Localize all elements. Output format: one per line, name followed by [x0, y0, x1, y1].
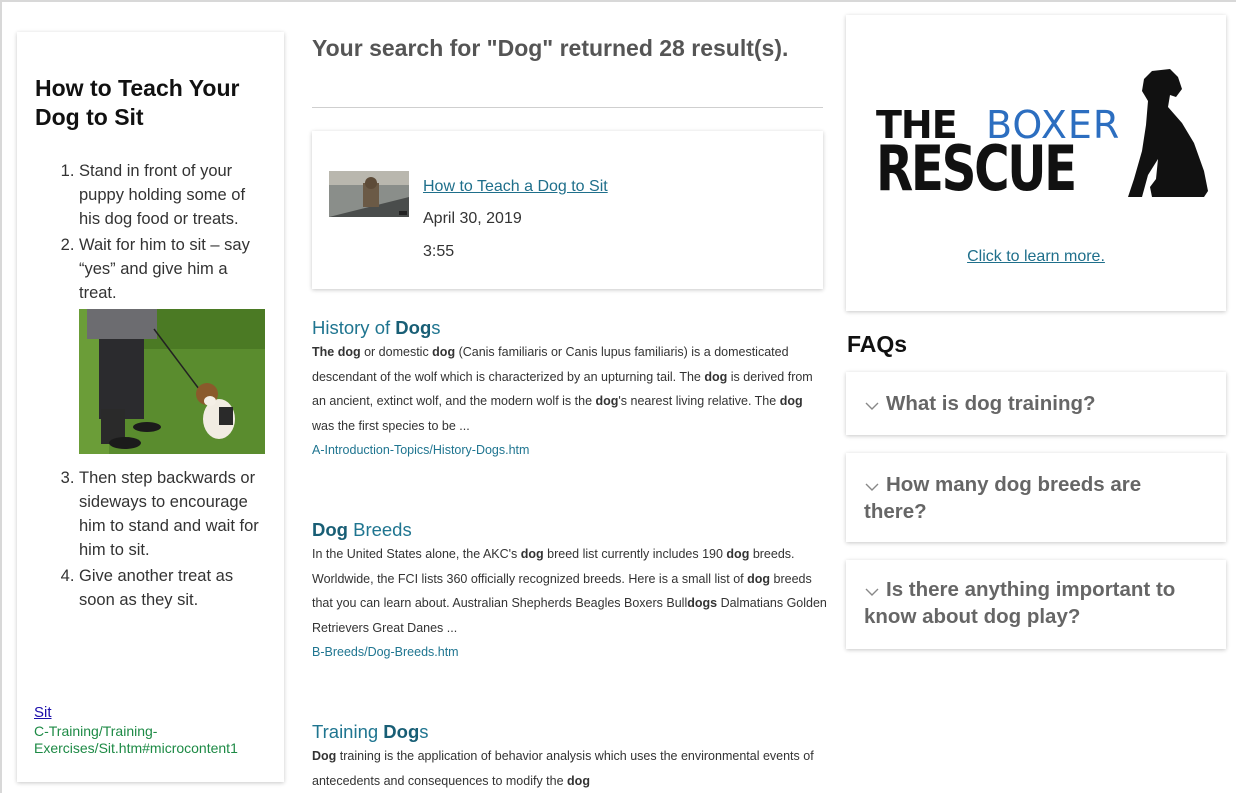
card-title: How to Teach Your Dog to Sit	[35, 75, 240, 130]
logo-text-rescue: RESCUE	[876, 132, 1077, 205]
faq-item[interactable]: How many dog breeds are there?	[846, 453, 1226, 542]
video-thumbnail[interactable]	[329, 171, 409, 217]
boxer-rescue-ad[interactable]: THE BOXER RESCUE Click to learn more.	[846, 15, 1226, 311]
result-title-link[interactable]: Training Dogs	[312, 720, 827, 744]
step-item: Stand in front of your puppy holding som…	[79, 159, 267, 231]
result-snippet: The dog or domestic dog (Canis familiari…	[312, 345, 813, 433]
heading-divider	[312, 107, 823, 108]
search-result: History of Dogs The dog or domestic dog …	[312, 316, 827, 462]
window-left-border	[0, 0, 2, 793]
result-title-link[interactable]: History of Dogs	[312, 316, 827, 340]
chevron-down-icon	[865, 588, 879, 596]
video-title-link[interactable]: How to Teach a Dog to Sit	[423, 178, 608, 196]
faq-item[interactable]: Is there anything important to know abou…	[846, 560, 1226, 649]
result-path[interactable]: B-Breeds/Dog-Breeds.htm	[312, 640, 827, 664]
faq-question: What is dog training?	[886, 392, 1096, 415]
dog-sitting-photo	[79, 309, 265, 454]
faq-item[interactable]: What is dog training?	[846, 372, 1226, 435]
faq-question: Is there anything important to know abou…	[864, 578, 1176, 628]
window-top-border	[0, 0, 1236, 2]
steps-list: Stand in front of your puppy holding som…	[17, 159, 267, 614]
result-path[interactable]: A-Introduction-Topics/History-Dogs.htm	[312, 438, 827, 462]
search-result: Dog Breeds In the United States alone, t…	[312, 518, 827, 664]
video-duration: 3:55	[423, 243, 455, 260]
chevron-down-icon	[865, 402, 879, 410]
faqs-heading: FAQs	[847, 331, 908, 357]
sit-instructions-card: How to Teach Your Dog to Sit Stand in fr…	[17, 32, 284, 782]
sit-topic-link[interactable]: Sit	[34, 704, 52, 721]
step-item: Wait for him to sit – say “yes” and give…	[79, 233, 267, 454]
search-results-heading: Your search for "Dog" returned 28 result…	[312, 35, 789, 61]
boxer-rescue-logo[interactable]: THE BOXER RESCUE	[876, 67, 1208, 207]
result-snippet: In the United States alone, the AKC's do…	[312, 547, 827, 635]
chevron-down-icon	[865, 483, 879, 491]
result-title-link[interactable]: Dog Breeds	[312, 518, 827, 542]
sit-topic-path[interactable]: C-Training/Training-Exercises/Sit.htm#mi…	[34, 723, 294, 757]
boxer-dog-silhouette-icon	[1128, 69, 1208, 197]
result-snippet: Dog training is the application of behav…	[312, 749, 814, 788]
video-result-card: How to Teach a Dog to Sit April 30, 2019…	[312, 131, 823, 289]
search-result: Training Dogs Dog training is the applic…	[312, 720, 827, 793]
learn-more-link[interactable]: Click to learn more.	[846, 248, 1226, 266]
step-item: Then step backwards or sideways to encou…	[79, 466, 267, 562]
video-date: April 30, 2019	[423, 210, 522, 227]
step-item: Give another treat as soon as they sit.	[79, 564, 267, 612]
faq-question: How many dog breeds are there?	[864, 473, 1142, 523]
step-text: Wait for him to sit – say “yes” and give…	[79, 236, 250, 302]
